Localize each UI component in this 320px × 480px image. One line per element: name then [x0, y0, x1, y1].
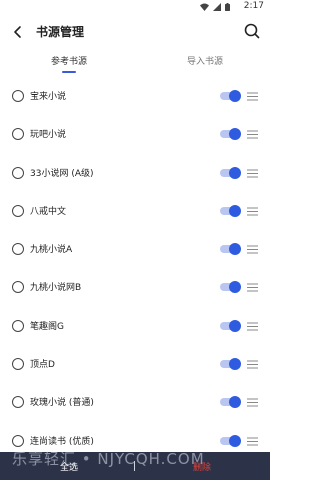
- arrow-left-icon: [14, 26, 21, 38]
- source-name: 33小说网 (A级): [30, 168, 94, 179]
- source-name: 宝来小说: [30, 92, 67, 102]
- enable-toggle[interactable]: [220, 434, 241, 447]
- select-radio[interactable]: [12, 281, 24, 294]
- source-name: 八戒中文: [30, 206, 67, 217]
- wifi-icon: [200, 3, 209, 11]
- tab-indicator: [62, 71, 76, 73]
- drag-handle-icon[interactable]: [247, 437, 258, 446]
- list-item[interactable]: 九桃小说网B: [0, 268, 270, 306]
- enable-toggle[interactable]: [220, 319, 241, 332]
- enable-toggle[interactable]: [220, 396, 241, 409]
- enable-toggle[interactable]: [220, 128, 241, 141]
- search-button[interactable]: [242, 21, 262, 41]
- select-radio[interactable]: [12, 90, 24, 102]
- status-icons: [200, 3, 230, 11]
- page-title: 书源管理: [36, 25, 85, 39]
- source-name: 顶点D: [30, 360, 55, 371]
- source-name: 九桃小说A: [30, 245, 73, 256]
- signal-icon: [213, 3, 221, 11]
- enable-toggle[interactable]: [220, 90, 241, 102]
- select-radio[interactable]: [12, 396, 24, 409]
- list-item[interactable]: 宝来小说: [0, 77, 270, 115]
- list-item[interactable]: 八戒中文: [0, 192, 270, 230]
- delete-button[interactable]: 删除: [193, 460, 211, 473]
- enable-toggle[interactable]: [220, 166, 241, 179]
- select-radio[interactable]: [12, 358, 24, 371]
- status-bar: 2:17: [0, 0, 270, 14]
- list-item[interactable]: 玩吧小说: [0, 115, 270, 153]
- source-list: 宝来小说 玩吧小说 33小说网 (A级) 八戒中文 九桃小说A 九桃小说网B 笔…: [0, 77, 270, 460]
- source-name: 连尚读书 (优质): [30, 436, 94, 447]
- source-name: 笔趣阁G: [30, 321, 64, 332]
- drag-handle-icon[interactable]: [247, 207, 258, 216]
- status-time: 2:17: [243, 1, 264, 11]
- tab-bar: 参考书源 导入书源: [0, 50, 270, 74]
- source-name: 玫瑰小说 (普通): [30, 398, 94, 409]
- drag-handle-icon[interactable]: [247, 245, 258, 254]
- select-radio[interactable]: [12, 319, 24, 332]
- enable-toggle[interactable]: [220, 281, 241, 294]
- tab-reference-sources[interactable]: 参考书源: [51, 54, 87, 67]
- drag-handle-icon[interactable]: [247, 360, 258, 369]
- drag-handle-icon[interactable]: [247, 169, 258, 178]
- back-button[interactable]: [8, 22, 28, 42]
- search-icon: [244, 23, 260, 39]
- bottom-action-bar: 全选 删除: [0, 452, 270, 480]
- tab-import-sources[interactable]: 导入书源: [187, 54, 223, 67]
- list-item[interactable]: 33小说网 (A级): [0, 154, 270, 192]
- divider: [134, 461, 135, 471]
- list-item[interactable]: 玫瑰小说 (普通): [0, 383, 270, 421]
- drag-handle-icon[interactable]: [247, 398, 258, 407]
- list-item[interactable]: 顶点D: [0, 345, 270, 383]
- enable-toggle[interactable]: [220, 204, 241, 217]
- app-bar: 书源管理: [0, 14, 270, 50]
- enable-toggle[interactable]: [220, 243, 241, 256]
- drag-handle-icon[interactable]: [247, 322, 258, 331]
- select-radio[interactable]: [12, 204, 24, 217]
- list-item[interactable]: 九桃小说A: [0, 230, 270, 268]
- select-radio[interactable]: [12, 434, 24, 447]
- battery-icon: [225, 3, 230, 11]
- select-radio[interactable]: [12, 243, 24, 256]
- enable-toggle[interactable]: [220, 358, 241, 371]
- select-radio[interactable]: [12, 128, 24, 141]
- drag-handle-icon[interactable]: [247, 283, 258, 292]
- source-name: 九桃小说网B: [30, 283, 82, 294]
- list-item[interactable]: 笔趣阁G: [0, 307, 270, 345]
- select-radio[interactable]: [12, 166, 24, 179]
- select-all-button[interactable]: 全选: [60, 460, 78, 473]
- source-name: 玩吧小说: [30, 130, 67, 141]
- drag-handle-icon[interactable]: [247, 130, 258, 139]
- drag-handle-icon[interactable]: [247, 92, 258, 101]
